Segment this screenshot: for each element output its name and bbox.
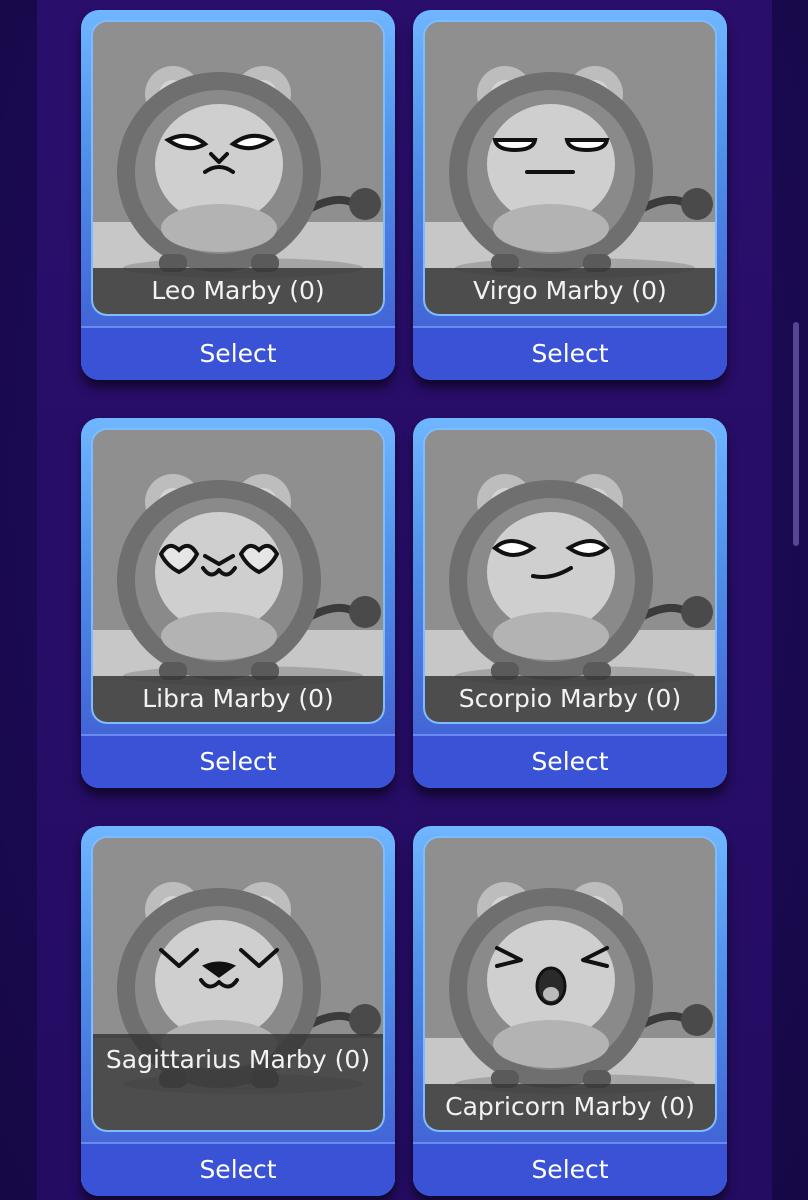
image-frame: Sagittarius Marby (0) — [91, 836, 385, 1132]
card-name: Capricorn Marby (0) — [425, 1084, 715, 1130]
select-button[interactable]: Select — [413, 734, 727, 788]
card-name: Leo Marby (0) — [93, 268, 383, 314]
image-frame: Virgo Marby (0) — [423, 20, 717, 316]
image-frame: Scorpio Marby (0) — [423, 428, 717, 724]
marby-image: Sagittarius Marby (0) — [93, 838, 383, 1130]
marby-image: Scorpio Marby (0) — [425, 430, 715, 722]
marby-image: Leo Marby (0) — [93, 22, 383, 314]
marby-card-capricorn: Capricorn Marby (0) Select — [413, 826, 727, 1196]
card-name: Scorpio Marby (0) — [425, 676, 715, 722]
select-button[interactable]: Select — [81, 734, 395, 788]
image-frame: Leo Marby (0) — [91, 20, 385, 316]
card-name: Sagittarius Marby (0) — [93, 1034, 383, 1130]
select-button[interactable]: Select — [81, 326, 395, 380]
marby-card-leo: Leo Marby (0) Select — [81, 10, 395, 380]
marby-image: Libra Marby (0) — [93, 430, 383, 722]
card-name: Virgo Marby (0) — [425, 268, 715, 314]
select-button[interactable]: Select — [413, 326, 727, 380]
select-button[interactable]: Select — [413, 1142, 727, 1196]
image-frame: Libra Marby (0) — [91, 428, 385, 724]
marby-image: Capricorn Marby (0) — [425, 838, 715, 1130]
image-frame: Capricorn Marby (0) — [423, 836, 717, 1132]
card-name: Libra Marby (0) — [93, 676, 383, 722]
marby-card-sagittarius: Sagittarius Marby (0) Select — [81, 826, 395, 1196]
marby-card-scorpio: Scorpio Marby (0) Select — [413, 418, 727, 788]
marby-image: Virgo Marby (0) — [425, 22, 715, 314]
select-button[interactable]: Select — [81, 1142, 395, 1196]
marby-card-virgo: Virgo Marby (0) Select — [413, 10, 727, 380]
scrollbar[interactable] — [793, 322, 799, 546]
marby-card-libra: Libra Marby (0) Select — [81, 418, 395, 788]
